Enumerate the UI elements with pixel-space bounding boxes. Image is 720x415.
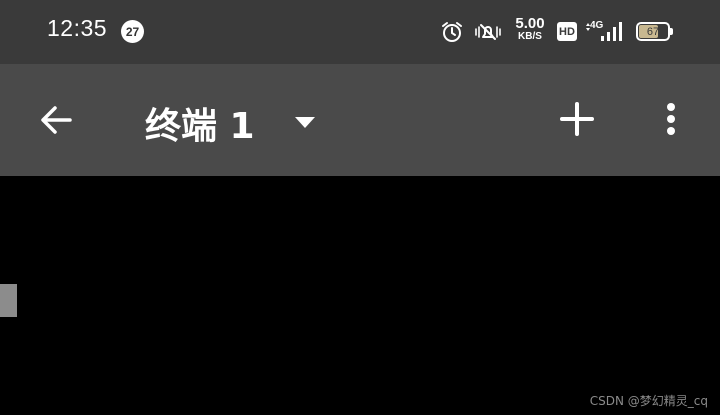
notification-count-badge: 27 — [121, 20, 144, 43]
battery-tip — [670, 28, 673, 35]
status-bar: 12:35 27 5.00 KB/S HD 4G 67 — [0, 0, 720, 64]
hd-icon: HD — [557, 22, 577, 41]
network-signal: 4G — [586, 20, 626, 44]
signal-icon — [586, 22, 622, 41]
battery-icon: 67 — [636, 22, 670, 41]
more-vert-icon[interactable] — [656, 100, 686, 140]
watermark: CSDN @梦幻精灵_cq — [589, 394, 708, 408]
caret-down-icon[interactable] — [292, 112, 318, 132]
app-toolbar: 终端 1 — [0, 64, 720, 176]
back-arrow-icon[interactable] — [36, 100, 76, 140]
alarm-icon — [442, 22, 462, 42]
session-title[interactable]: 终端 1 — [145, 97, 255, 149]
network-speed-value: 5.00 — [515, 15, 545, 32]
terminal-cursor — [0, 284, 17, 317]
network-speed-unit: KB/S — [518, 31, 542, 42]
vibrate-mute-icon — [475, 24, 501, 40]
terminal-screen[interactable] — [0, 176, 720, 415]
battery-level-label: 67 — [646, 25, 660, 38]
status-time: 12:35 — [47, 15, 108, 41]
network-speed: 5.00 KB/S — [512, 16, 548, 42]
plus-icon[interactable] — [558, 100, 596, 138]
